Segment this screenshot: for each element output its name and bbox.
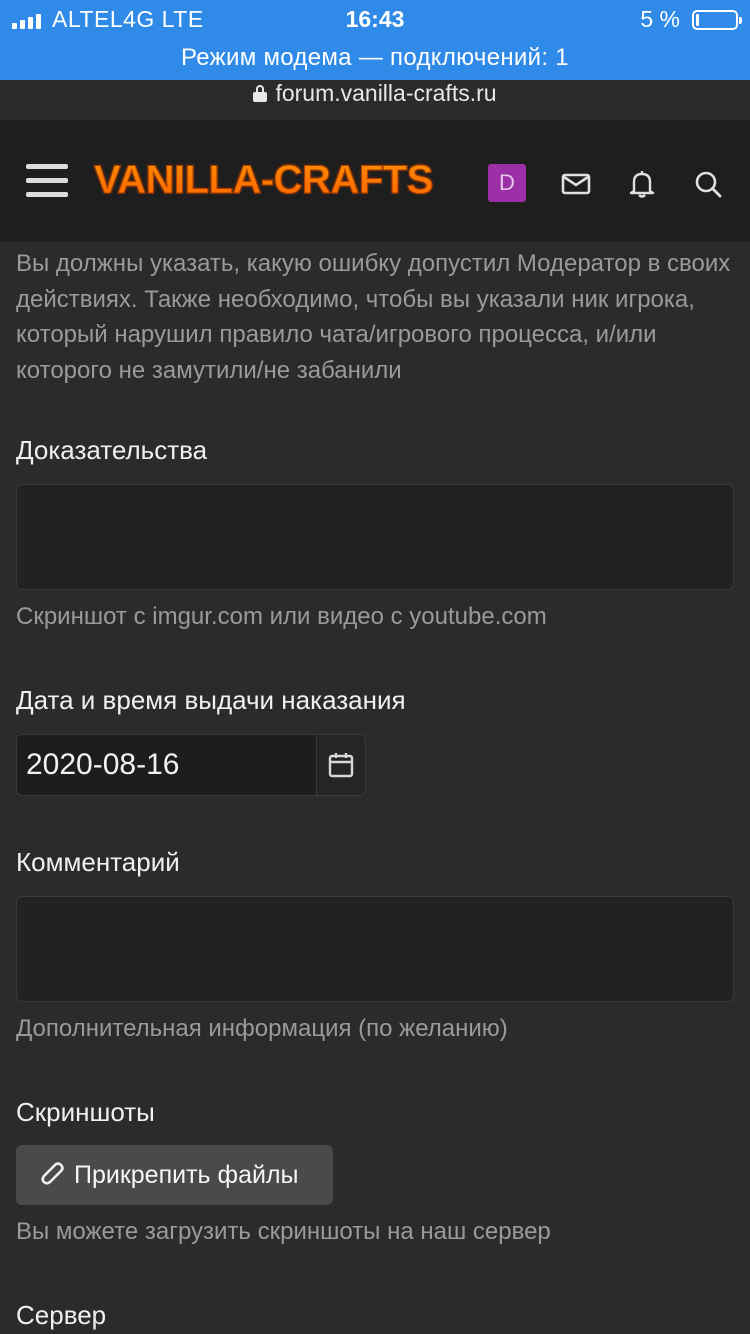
calendar-icon[interactable] [316,734,366,796]
url-text: forum.vanilla-crafts.ru [275,80,497,106]
screenshots-hint: Вы можете загрузить скриншоты на наш сер… [16,1218,551,1245]
attach-files-label: Прикрепить файлы [74,1160,299,1189]
paperclip-icon [38,1160,68,1190]
form-content: Вы должны указать, какую ошибку допустил… [0,242,750,1330]
server-label: Сервер [16,1300,107,1330]
url-bar[interactable]: forum.vanilla-crafts.ru [0,80,750,120]
search-icon[interactable] [688,164,728,204]
evidence-label: Доказательства [16,435,208,465]
comment-hint: Дополнительная информация (по желанию) [16,1015,508,1042]
menu-icon[interactable] [26,164,68,198]
site-logo[interactable]: VANILLA-CRAFTS [94,158,434,203]
comment-field[interactable] [16,896,734,1002]
mail-icon[interactable] [556,164,596,204]
evidence-hint: Скриншот с imgur.com или видео с youtube… [16,603,547,630]
date-input[interactable]: 2020-08-16 [16,734,316,796]
attach-files-button[interactable]: Прикрепить файлы [16,1145,333,1205]
status-bar: ALTEL4G LTE 16:43 5 % Режим модема — под… [0,0,750,80]
date-label: Дата и время выдачи наказания [16,685,406,715]
avatar[interactable]: D [488,164,526,202]
intro-hint: Вы должны указать, какую ошибку допустил… [16,250,731,384]
clock: 16:43 [345,6,405,32]
battery-percent: 5 % [640,6,680,32]
screenshots-label: Скриншоты [16,1097,155,1127]
lock-icon [253,85,268,102]
hotspot-banner[interactable]: Режим модема — подключений: 1 [0,44,750,72]
site-header: VANILLA-CRAFTS D [0,120,750,242]
comment-label: Комментарий [16,847,180,877]
date-picker: 2020-08-16 [16,734,366,796]
bell-icon[interactable] [622,164,662,204]
battery-icon [692,10,742,30]
evidence-field[interactable] [16,484,734,590]
